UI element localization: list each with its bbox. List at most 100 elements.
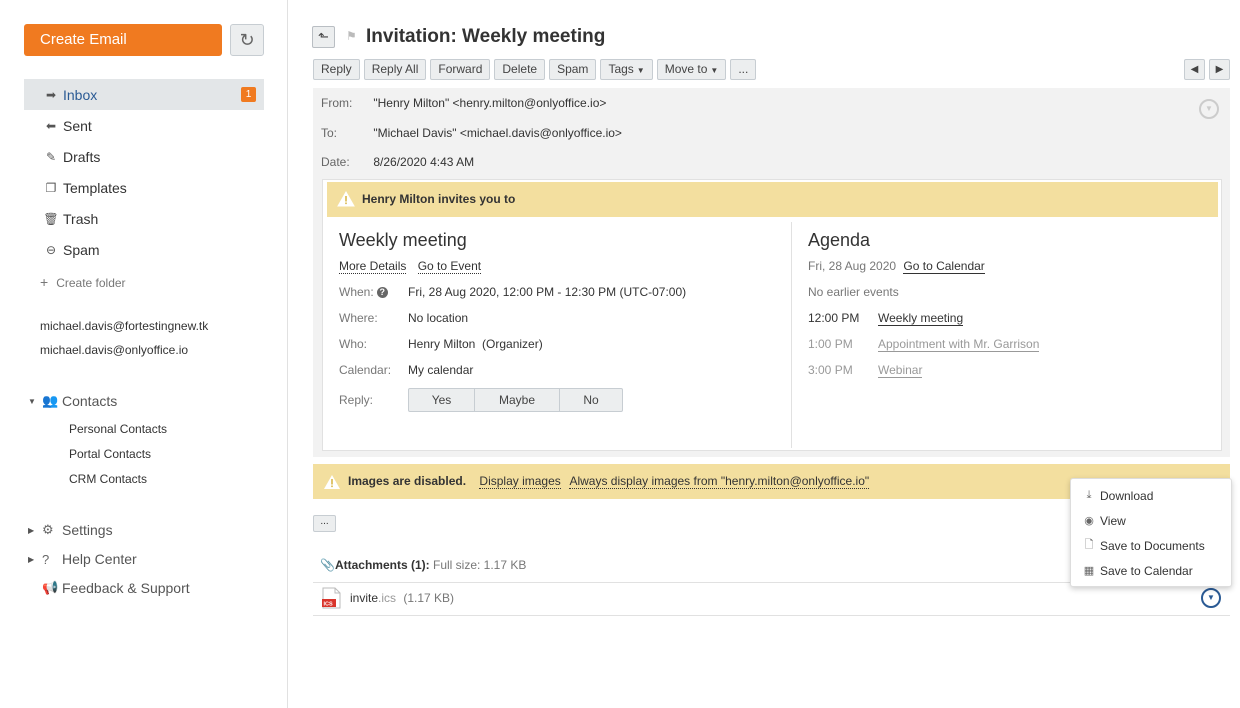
- sidebar-item-inbox[interactable]: ➡ Inbox 1: [24, 79, 264, 110]
- event-links: More Details Go to Event: [339, 259, 789, 274]
- menu-item-view[interactable]: ◉ View: [1071, 508, 1231, 533]
- contacts-item-personal[interactable]: Personal Contacts: [69, 422, 167, 436]
- agenda-date: Fri, 28 Aug 2020: [808, 259, 897, 273]
- agenda-event: 3:00 PM Webinar: [808, 363, 923, 378]
- message-subject: Invitation: Weekly meeting: [366, 26, 606, 47]
- delete-button[interactable]: Delete: [494, 59, 546, 80]
- attachment-menu-button[interactable]: ▼: [1201, 588, 1221, 608]
- create-folder-link[interactable]: + Create folder: [40, 274, 126, 290]
- date-value: 8/26/2020 4:43 AM: [373, 155, 475, 169]
- help-section[interactable]: ▶ ? Help Center: [28, 551, 137, 567]
- question-icon[interactable]: ?: [376, 286, 388, 298]
- caret-down-icon: ▼: [636, 66, 645, 75]
- reply-label: Reply:: [339, 393, 374, 407]
- sidebar-item-sent[interactable]: ⬅ Sent: [24, 110, 264, 141]
- trash-icon: 🗑: [43, 211, 59, 226]
- account-item[interactable]: michael.davis@onlyoffice.io: [40, 343, 188, 357]
- reply-all-button[interactable]: Reply All: [363, 59, 427, 80]
- caret-down-icon: ▼: [710, 66, 719, 75]
- agenda-event-link[interactable]: Webinar: [878, 363, 923, 378]
- from-label: From:: [321, 96, 353, 110]
- next-message-button[interactable]: ▶: [1209, 59, 1230, 80]
- always-display-images-link[interactable]: Always display images from "henry.milton…: [569, 474, 870, 489]
- reply-maybe-button[interactable]: Maybe: [475, 388, 560, 412]
- go-to-event-link[interactable]: Go to Event: [417, 259, 482, 274]
- move-to-button[interactable]: Move to ▼: [656, 59, 727, 80]
- attachment-item[interactable]: invite.ics (1.17 KB): [350, 591, 454, 605]
- to-row: To: "Michael Davis" <michael.davis@onlyo…: [321, 126, 622, 140]
- contacts-item-portal[interactable]: Portal Contacts: [69, 447, 151, 461]
- reply-yes-button[interactable]: Yes: [408, 388, 475, 412]
- from-value[interactable]: "Henry Milton" <henry.milton@onlyoffice.…: [373, 96, 606, 110]
- menu-item-label: Download: [1100, 488, 1154, 503]
- calendar-value: My calendar: [408, 363, 474, 377]
- sidebar-item-drafts[interactable]: ✎ Drafts: [24, 141, 264, 172]
- help-icon: ?: [42, 551, 50, 567]
- agenda-event-link[interactable]: Weekly meeting: [878, 311, 964, 326]
- reply-button[interactable]: Reply: [313, 59, 360, 80]
- header-expand-button[interactable]: ▼: [1199, 99, 1219, 119]
- sidebar-item-label: Sent: [63, 117, 92, 134]
- agenda-title: Agenda: [808, 230, 871, 250]
- tags-button[interactable]: Tags ▼: [600, 59, 653, 80]
- agenda-event-time: 12:00 PM: [808, 311, 860, 325]
- feedback-section[interactable]: 📢 Feedback & Support: [28, 580, 190, 596]
- contacts-section[interactable]: ▼ 👥 Contacts: [28, 393, 117, 409]
- who-value: Henry Milton (Organizer): [408, 337, 543, 351]
- sidebar-item-label: Spam: [63, 241, 100, 258]
- more-details-link[interactable]: More Details: [339, 259, 407, 274]
- sidebar-item-trash[interactable]: 🗑 Trash: [24, 203, 264, 234]
- menu-item-download[interactable]: ⤓ Download: [1071, 483, 1231, 508]
- warning-icon: [337, 191, 355, 207]
- invitation-card: Henry Milton invites you to Weekly meeti…: [322, 179, 1222, 451]
- reply-icon: ⬅: [45, 118, 57, 133]
- menu-item-save-to-calendar[interactable]: ▦ Save to Calendar: [1071, 558, 1231, 583]
- display-images-link[interactable]: Display images: [479, 474, 561, 489]
- flag-icon[interactable]: ⚑: [346, 29, 357, 43]
- reply-no-button[interactable]: No: [560, 388, 623, 412]
- templates-icon: ❐: [45, 180, 57, 195]
- refresh-icon: ↻: [239, 29, 255, 50]
- where-label: Where:: [339, 311, 378, 325]
- more-actions-button[interactable]: ...: [730, 59, 757, 80]
- to-label: To:: [321, 126, 338, 140]
- paperclip-icon: 📎: [320, 558, 335, 572]
- sidebar-item-templates[interactable]: ❐ Templates: [24, 172, 264, 203]
- attachment-name: invite: [350, 591, 379, 605]
- date-row: Date: 8/26/2020 4:43 AM: [321, 155, 474, 169]
- attachment-extension: .ics: [378, 591, 397, 605]
- menu-item-label: Save to Documents: [1100, 538, 1205, 553]
- edit-icon: ✎: [45, 149, 57, 164]
- back-button[interactable]: ⬑: [312, 26, 335, 48]
- document-icon: 🗋: [1084, 539, 1094, 551]
- event-title: Weekly meeting: [339, 230, 467, 250]
- spam-button[interactable]: Spam: [549, 59, 597, 80]
- prev-message-button[interactable]: ◀: [1184, 59, 1205, 80]
- message-toolbar: Reply Reply All Forward Delete Spam Tags…: [313, 59, 760, 80]
- gear-icon: ⚙: [42, 522, 54, 537]
- sidebar-item-spam[interactable]: ⊖ Spam: [24, 234, 264, 265]
- to-value[interactable]: "Michael Davis" <michael.davis@onlyoffic…: [373, 126, 622, 140]
- who-label: Who:: [339, 337, 368, 351]
- agenda-event-time: 1:00 PM: [808, 337, 853, 351]
- menu-item-save-to-documents[interactable]: 🗋 Save to Documents: [1071, 533, 1231, 558]
- agenda-event-link[interactable]: Appointment with Mr. Garrison: [878, 337, 1040, 352]
- feedback-label: Feedback & Support: [62, 580, 190, 596]
- forward-button[interactable]: Forward: [430, 59, 491, 80]
- settings-section[interactable]: ▶ ⚙ Settings: [28, 522, 113, 538]
- calendar-label: Calendar:: [339, 363, 392, 377]
- show-quoted-button[interactable]: ...: [313, 515, 336, 532]
- refresh-button[interactable]: ↻: [230, 24, 264, 56]
- agenda: Agenda Fri, 28 Aug 2020 Go to Calendar N…: [808, 230, 1208, 378]
- attachments-title: Attachments (1):: [334, 558, 430, 572]
- account-item[interactable]: michael.davis@fortestingnew.tk: [40, 319, 208, 333]
- go-to-calendar-link[interactable]: Go to Calendar: [903, 259, 985, 274]
- megaphone-icon: 📢: [42, 580, 59, 595]
- download-icon: ⤓: [1086, 489, 1092, 501]
- contacts-item-crm[interactable]: CRM Contacts: [69, 472, 147, 486]
- reply-button-group: Yes Maybe No: [408, 388, 623, 412]
- attachment-context-menu: ⤓ Download ◉ View 🗋 Save to Documents ▦ …: [1070, 478, 1232, 587]
- chevron-right-icon: ▶: [28, 525, 35, 535]
- create-folder-label: Create folder: [56, 276, 126, 290]
- create-email-button[interactable]: Create Email: [24, 24, 222, 56]
